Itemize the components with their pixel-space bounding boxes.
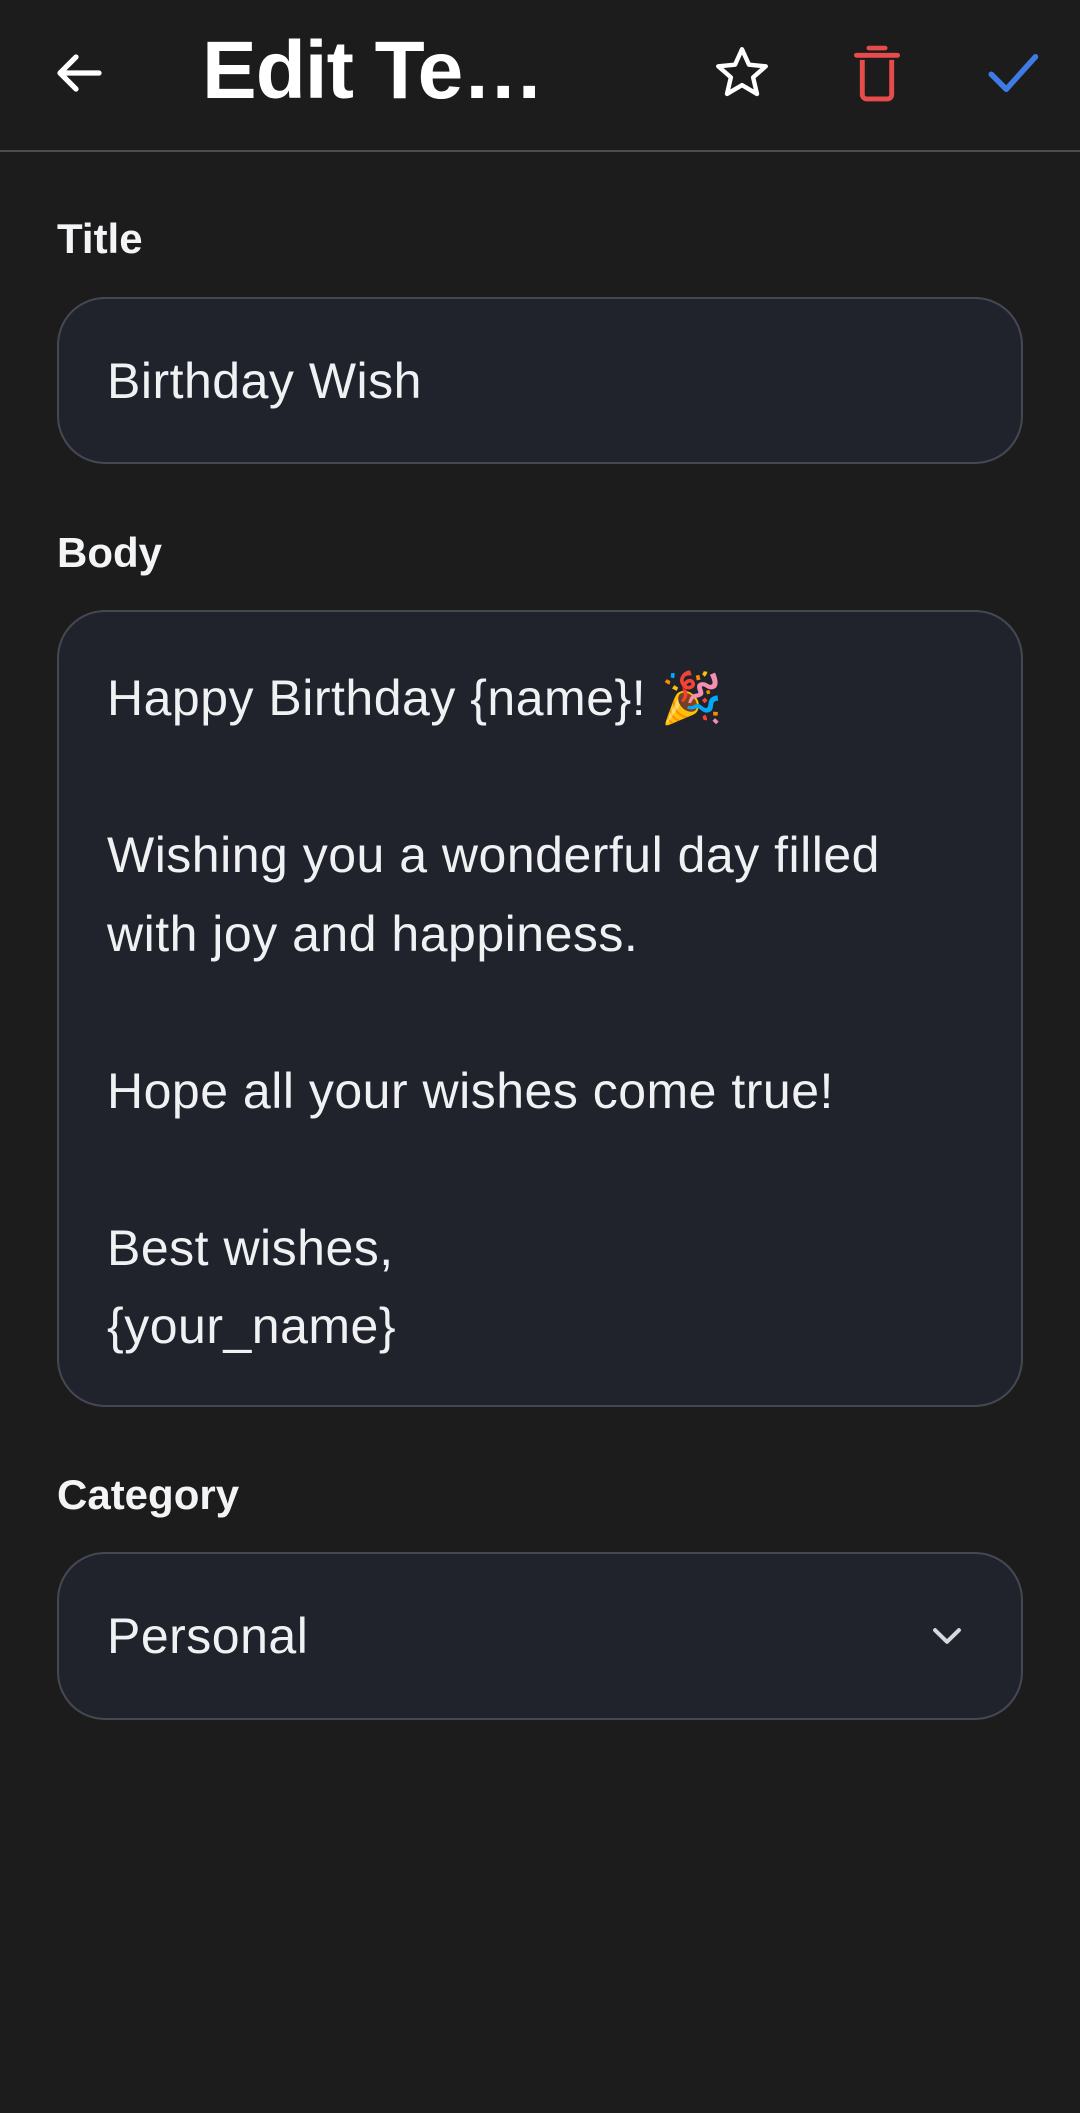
body-label: Body [57, 529, 162, 576]
body-textarea[interactable]: Happy Birthday {name}! 🎉 Wishing you a w… [57, 610, 1023, 1407]
chevron-down-icon [917, 1606, 977, 1666]
save-button[interactable] [968, 28, 1058, 118]
star-outline-icon [716, 47, 768, 97]
title-input[interactable] [57, 297, 1023, 464]
arrow-left-icon [57, 54, 102, 92]
back-button[interactable] [44, 28, 114, 118]
edit-template-screen: Edit Template Title Body Happy Birthday … [0, 0, 1080, 2113]
favorite-button[interactable] [697, 28, 787, 118]
category-select[interactable]: Personal [57, 1552, 1023, 1720]
check-icon [988, 54, 1039, 92]
app-bar: Edit Template [0, 0, 1080, 152]
category-value: Personal [107, 1608, 309, 1664]
delete-button[interactable] [832, 28, 922, 118]
category-label: Category [57, 1471, 240, 1518]
page-title: Edit Template [202, 25, 602, 116]
trash-icon [854, 45, 900, 102]
title-label: Title [57, 215, 143, 262]
